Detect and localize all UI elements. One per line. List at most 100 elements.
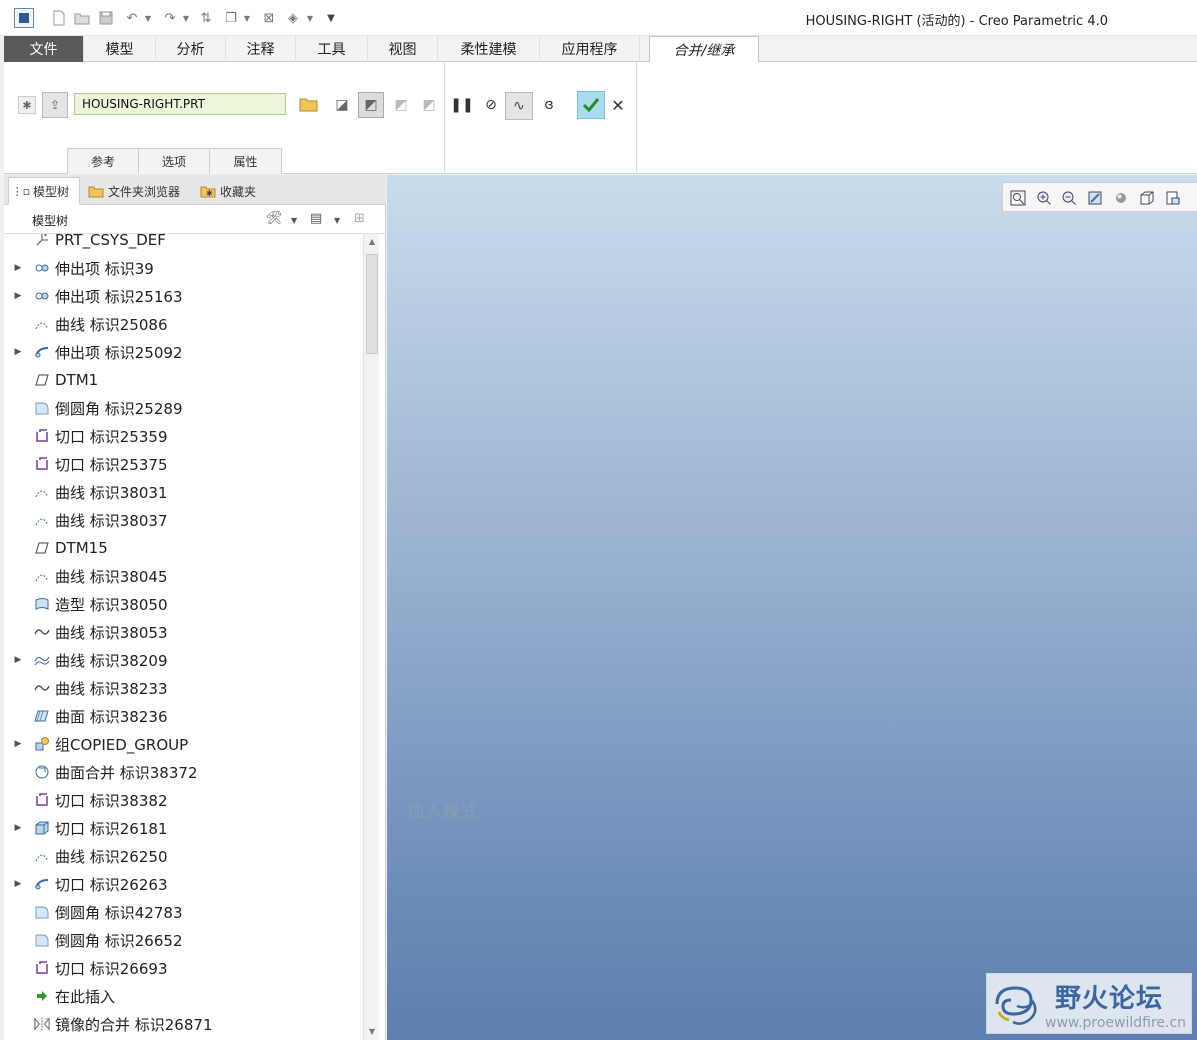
tree-item[interactable]: 曲线 标识38045: [10, 562, 362, 590]
tree-item[interactable]: 曲面合并 标识38372: [10, 758, 362, 786]
redo-icon[interactable]: ↷: [160, 9, 180, 27]
tree-item[interactable]: 在此插入: [10, 982, 362, 1010]
expand-arrow-icon[interactable]: ▶: [10, 254, 26, 282]
tree-item[interactable]: 切口 标识26693: [10, 954, 362, 982]
remove-geometry-icon[interactable]: ◩: [390, 94, 412, 116]
ui-dropdown-icon[interactable]: ▼: [305, 9, 315, 27]
tab-model[interactable]: 模型: [84, 36, 156, 62]
tree-item[interactable]: 造型 标识38050: [10, 590, 362, 618]
tree-item[interactable]: ▶ 伸出项 标识25163: [10, 282, 362, 310]
undo-dropdown-icon[interactable]: ▼: [143, 9, 153, 27]
tree-item[interactable]: * PRT_CSYS_DEF: [10, 234, 362, 254]
add-model-icon[interactable]: ⇪: [42, 92, 68, 118]
scroll-thumb[interactable]: [366, 254, 378, 354]
tree-item[interactable]: 曲线 标识38053: [10, 618, 362, 646]
windows-dropdown-icon[interactable]: ▼: [242, 9, 252, 27]
tab-file[interactable]: 文件: [4, 36, 84, 62]
tab-flexible-modeling[interactable]: 柔性建模: [438, 36, 540, 62]
tab-applications[interactable]: 应用程序: [540, 36, 640, 62]
intersect-geometry-icon[interactable]: ◩: [418, 94, 440, 116]
tree-item[interactable]: 曲线 标识38233: [10, 674, 362, 702]
new-icon[interactable]: [50, 9, 68, 27]
tree-show-icon[interactable]: ▤: [310, 211, 322, 226]
tab-model-tree[interactable]: ⋮▫ 模型树: [8, 177, 80, 205]
tree-item[interactable]: 曲线 标识25086: [10, 310, 362, 338]
expand-arrow-icon[interactable]: ▶: [10, 814, 26, 842]
asterisk-icon[interactable]: ✱: [18, 96, 36, 114]
tree-item[interactable]: ▶ 曲线 标识38209: [10, 646, 362, 674]
view-manager-icon[interactable]: [1164, 189, 1182, 207]
pause-icon[interactable]: ❚❚: [450, 95, 473, 115]
scroll-up-icon[interactable]: ▲: [366, 236, 378, 248]
regenerate-icon[interactable]: ⇅: [197, 9, 215, 27]
verify-preview-icon[interactable]: ∿: [505, 92, 533, 120]
no-preview-icon[interactable]: ⊘: [481, 95, 501, 115]
expand-arrow-icon[interactable]: ▶: [10, 870, 26, 898]
subtab-options[interactable]: 选项: [138, 148, 210, 174]
tree-item[interactable]: ▶ 伸出项 标识25092: [10, 338, 362, 366]
customize-toolbar-icon[interactable]: ▼: [322, 9, 340, 27]
tree-item[interactable]: DTM1: [10, 366, 362, 394]
merge-geometry-icon[interactable]: ◪: [331, 94, 353, 116]
app-menu-icon[interactable]: [14, 8, 34, 28]
tab-merge-inheritance[interactable]: 合并/继承: [649, 36, 759, 63]
tree-item[interactable]: 曲线 标识38037: [10, 506, 362, 534]
tab-annotate[interactable]: 注释: [226, 36, 296, 62]
tree-scrollbar[interactable]: ▲ ▼: [363, 234, 379, 1040]
cancel-x-button[interactable]: ✕: [608, 95, 628, 115]
tree-item[interactable]: 切口 标识25375: [10, 450, 362, 478]
reference-model-field[interactable]: [74, 93, 286, 115]
tree-item[interactable]: 切口 标识38382: [10, 786, 362, 814]
tree-filter-icon[interactable]: ⊞: [354, 211, 365, 226]
tab-folder-browser[interactable]: 文件夹浏览器: [84, 177, 192, 205]
tree-item[interactable]: * 镜像的合并 标识26871: [10, 1010, 362, 1038]
tree-item-label: 组COPIED_GROUP: [55, 735, 189, 754]
tree-item[interactable]: ▶ 伸出项 标识39: [10, 254, 362, 282]
expand-arrow-icon[interactable]: ▶: [10, 338, 26, 366]
tree-item[interactable]: ▶ 组COPIED_GROUP: [10, 730, 362, 758]
tree-item[interactable]: ▶ 切口 标识26181: [10, 814, 362, 842]
tree-item[interactable]: DTM15: [10, 534, 362, 562]
tab-view[interactable]: 视图: [368, 36, 438, 62]
add-geometry-icon[interactable]: ◩: [358, 92, 384, 118]
saved-orientations-icon[interactable]: [1138, 189, 1156, 207]
repaint-icon[interactable]: [1086, 189, 1104, 207]
ok-check-button[interactable]: [577, 91, 605, 119]
tree-item[interactable]: ▶ 切口 标识26263: [10, 870, 362, 898]
display-style-icon[interactable]: [1112, 189, 1130, 207]
tree-item[interactable]: 曲面 标识38236: [10, 702, 362, 730]
expand-arrow-icon[interactable]: ▶: [10, 282, 26, 310]
tree-item[interactable]: 曲线 标识38031: [10, 478, 362, 506]
zoom-in-icon[interactable]: [1035, 189, 1053, 207]
tree-settings-icon[interactable]: 🛠: [266, 211, 283, 226]
tree-settings-dropdown-icon[interactable]: ▼: [291, 216, 297, 225]
tree-item[interactable]: 倒圆角 标识42783: [10, 898, 362, 926]
glasses-preview-icon[interactable]: ɞ: [537, 94, 561, 116]
undo-icon[interactable]: ↶: [122, 9, 142, 27]
refit-icon[interactable]: [1009, 189, 1027, 207]
expand-arrow-icon[interactable]: ▶: [10, 646, 26, 674]
redo-dropdown-icon[interactable]: ▼: [181, 9, 191, 27]
scroll-down-icon[interactable]: ▼: [366, 1026, 378, 1038]
ui-shield-icon[interactable]: ◈: [284, 9, 302, 27]
tree-item[interactable]: 切口 标识25359: [10, 422, 362, 450]
graphics-window[interactable]: 插入模式 野火论坛 www.proewildfire.cn: [387, 175, 1197, 1040]
tab-analysis[interactable]: 分析: [156, 36, 226, 62]
close-window-icon[interactable]: ⊠: [260, 9, 278, 27]
windows-icon[interactable]: ❐: [222, 9, 240, 27]
tree-item[interactable]: 倒圆角 标识25289: [10, 394, 362, 422]
open-icon[interactable]: [73, 9, 91, 27]
open-folder-icon[interactable]: [298, 93, 320, 115]
tree-show-dropdown-icon[interactable]: ▼: [334, 216, 340, 225]
tab-favorites[interactable]: ✱ 收藏夹: [196, 177, 268, 205]
tree-item[interactable]: 曲线 标识26250: [10, 842, 362, 870]
subtab-references[interactable]: 参考: [67, 148, 139, 174]
save-icon[interactable]: [97, 9, 115, 27]
subtab-properties[interactable]: 属性: [209, 148, 282, 174]
expand-arrow-icon[interactable]: ▶: [10, 730, 26, 758]
tab-tools[interactable]: 工具: [296, 36, 368, 62]
zoom-out-icon[interactable]: [1060, 189, 1078, 207]
tree-item[interactable]: 倒圆角 标识26652: [10, 926, 362, 954]
